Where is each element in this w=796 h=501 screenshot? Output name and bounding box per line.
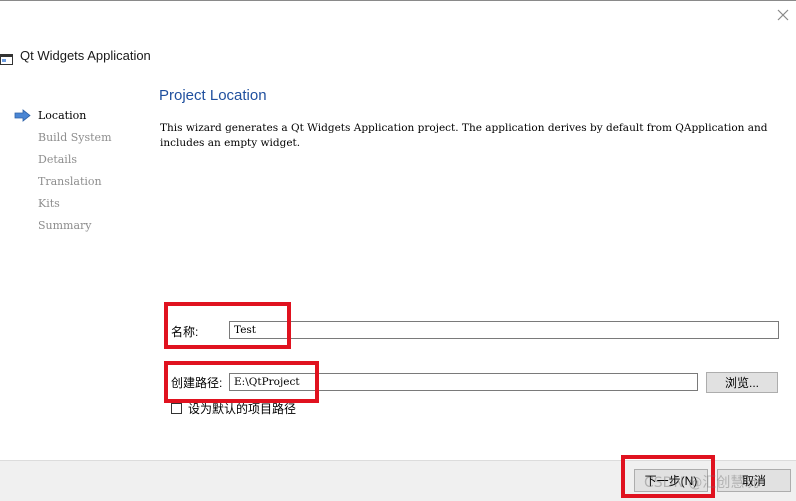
step-label: Build System [38,130,112,144]
wizard-title-row: Qt Widgets Application [0,44,151,66]
step-kits: Kits [14,192,112,214]
step-label: Summary [38,218,92,232]
step-details: Details [14,148,112,170]
step-label: Location [38,108,87,122]
step-translation: Translation [14,170,112,192]
step-label: Details [38,152,77,166]
browse-button[interactable]: 浏览... [706,372,778,393]
page-description: This wizard generates a Qt Widgets Appli… [160,122,768,149]
default-path-checkbox[interactable] [171,403,182,414]
name-input[interactable] [229,321,779,339]
cancel-button[interactable]: 取消 [717,469,791,492]
step-label: Kits [38,196,60,210]
wizard-steps: Location Build System Details Translatio… [14,104,112,236]
page-title: Project Location [159,87,267,104]
default-path-label: 设为默认的项目路径 [188,402,297,416]
step-summary: Summary [14,214,112,236]
step-build-system: Build System [14,126,112,148]
path-label: 创建路径: [171,376,223,390]
name-label: 名称: [171,325,199,339]
current-step-arrow-icon [14,108,38,122]
next-button[interactable]: 下一步(N) [634,469,708,492]
path-input[interactable] [229,373,698,391]
app-window-icon [0,50,13,65]
step-location: Location [14,104,112,126]
default-path-option[interactable]: 设为默认的项目路径 [171,400,296,417]
wizard-title: Qt Widgets Application [20,47,151,63]
step-label: Translation [38,174,102,188]
close-icon[interactable] [774,6,792,24]
window-top-border [0,0,796,1]
